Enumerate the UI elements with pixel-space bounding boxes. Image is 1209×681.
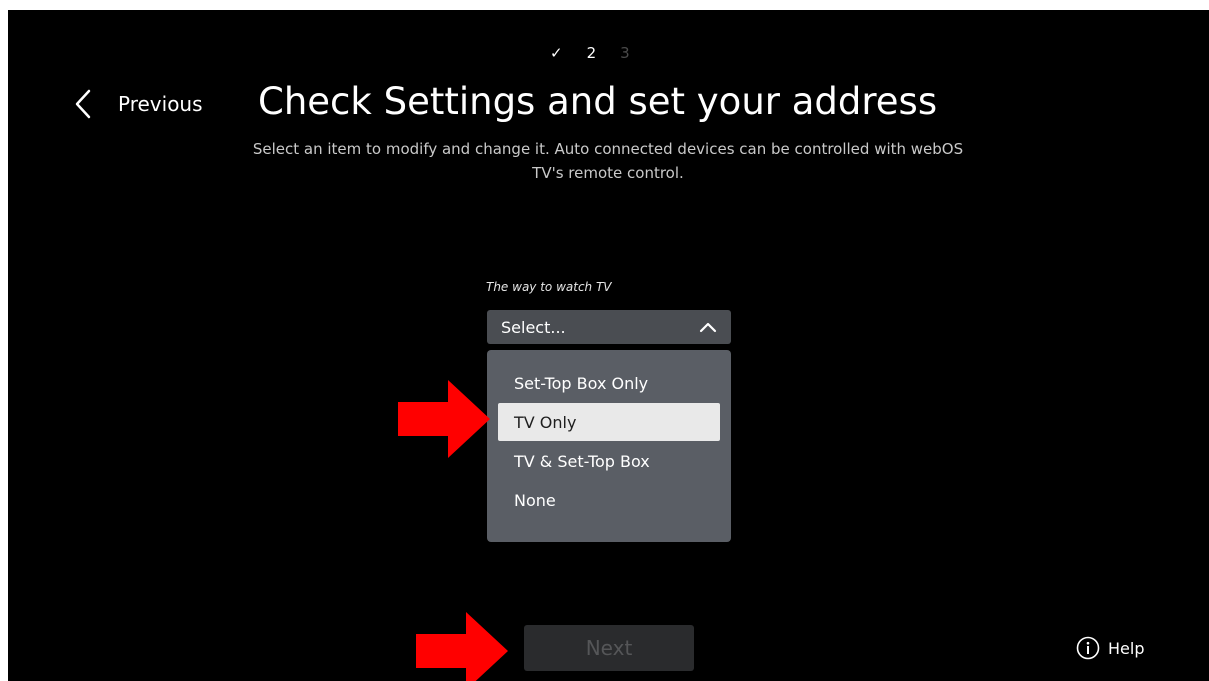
chevron-up-icon	[699, 322, 717, 333]
help-button[interactable]: Help	[1076, 636, 1144, 660]
setup-screen: ✓ 2 3 Previous Check Settings and set yo…	[8, 10, 1209, 681]
red-arrow-icon	[416, 612, 508, 681]
option-set-top-box-only[interactable]: Set-Top Box Only	[498, 364, 720, 402]
subtitle-line-1: Select an item to modify and change it. …	[252, 140, 964, 158]
step-1-check: ✓	[550, 44, 563, 62]
red-arrow-icon	[398, 380, 490, 458]
subtitle-line-2: TV's remote control.	[532, 164, 684, 182]
info-circle-icon	[1076, 636, 1100, 660]
previous-label: Previous	[118, 92, 203, 116]
page-title: Check Settings and set your address	[258, 80, 938, 123]
option-tv-and-set-top-box[interactable]: TV & Set-Top Box	[498, 442, 720, 480]
option-none[interactable]: None	[498, 481, 720, 519]
page-subtitle: Select an item to modify and change it. …	[208, 137, 1008, 185]
previous-button[interactable]: Previous	[74, 88, 203, 120]
select-value: Select...	[501, 317, 566, 337]
help-label: Help	[1108, 638, 1145, 658]
step-3: 3	[620, 44, 630, 62]
next-button[interactable]: Next	[524, 625, 694, 671]
step-2: 2	[586, 44, 597, 62]
chevron-left-icon	[75, 89, 91, 119]
option-tv-only[interactable]: TV Only	[498, 403, 720, 441]
watch-tv-dropdown: Set-Top Box Only TV Only TV & Set-Top Bo…	[487, 350, 731, 542]
step-indicator: ✓ 2 3	[550, 44, 630, 62]
watch-tv-select[interactable]: Select...	[487, 310, 731, 344]
watch-tv-field-label: The way to watch TV	[486, 280, 612, 294]
